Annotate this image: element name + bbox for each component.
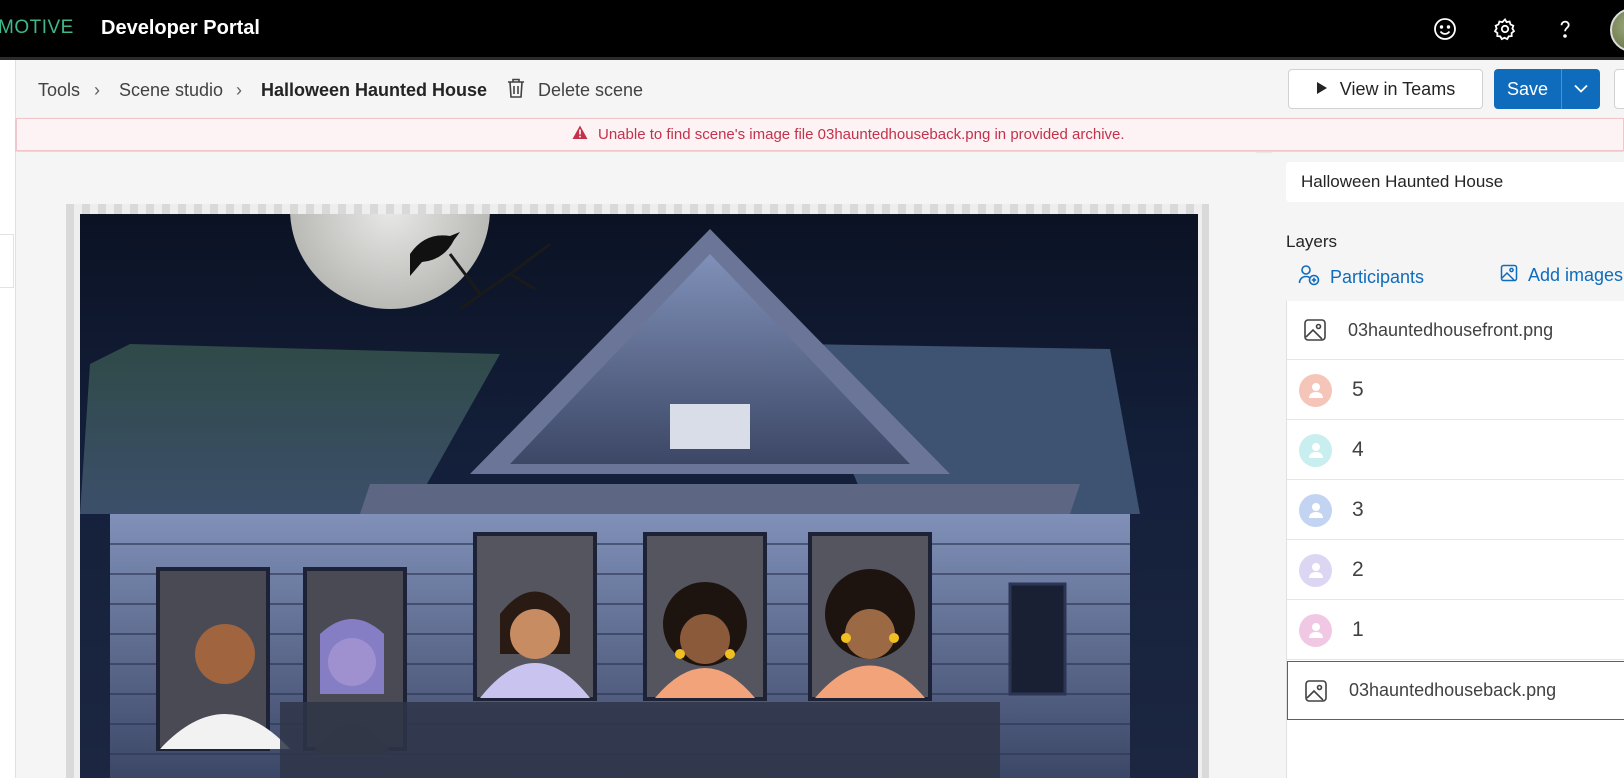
help-question-icon[interactable]	[1550, 14, 1580, 44]
breadcrumb-separator: ›	[94, 80, 100, 100]
breadcrumb-separator: ›	[236, 80, 242, 100]
add-participants-button[interactable]: Participants	[1298, 264, 1424, 291]
image-icon	[1302, 317, 1328, 343]
delete-scene-label: Delete scene	[538, 79, 644, 100]
layer-item-image[interactable]: 03hauntedhousefront.png	[1287, 301, 1624, 360]
left-nav-rail	[0, 60, 16, 778]
delete-scene-button[interactable]: Delete scene	[506, 74, 643, 106]
feedback-smiley-icon[interactable]	[1430, 14, 1460, 44]
layer-item-image-selected[interactable]: 03hauntedhouseback.png	[1287, 661, 1624, 720]
add-images-button[interactable]: Add images	[1500, 264, 1623, 287]
layer-label: 4	[1352, 438, 1364, 461]
participants-label: Participants	[1330, 267, 1425, 287]
layer-item-participant[interactable]: 2	[1287, 541, 1624, 600]
layer-label: 5	[1352, 378, 1364, 401]
scene-name-input[interactable]: Halloween Haunted House	[1286, 162, 1624, 202]
layer-item-participant[interactable]: 4	[1287, 421, 1624, 480]
save-button[interactable]: Save	[1494, 69, 1561, 109]
top-app-bar: MOTIVE Developer Portal	[0, 0, 1624, 57]
play-icon	[1316, 79, 1328, 100]
error-banner: Unable to find scene's image file 03haun…	[16, 118, 1624, 151]
layer-label: 1	[1352, 618, 1364, 641]
layer-label: 03hauntedhousefront.png	[1348, 319, 1554, 340]
app-title: Developer Portal	[101, 17, 260, 39]
layers-heading: Layers	[1286, 232, 1338, 251]
image-icon	[1303, 678, 1329, 704]
participant-avatar-icon	[1299, 553, 1332, 587]
participant-avatar-icon	[1299, 433, 1332, 467]
layer-label: 3	[1352, 498, 1364, 521]
save-dropdown-button[interactable]	[1562, 69, 1600, 109]
add-person-icon	[1298, 264, 1320, 291]
layer-item-participant[interactable]: 3	[1287, 481, 1624, 540]
view-in-teams-label: View in Teams	[1339, 78, 1456, 99]
layer-item-participant[interactable]: 5	[1287, 361, 1624, 420]
add-images-label: Add images	[1528, 265, 1624, 285]
layer-label: 03hauntedhouseback.png	[1349, 680, 1557, 700]
save-split-button: Save	[1494, 69, 1600, 109]
breadcrumb-tools[interactable]: Tools	[38, 80, 80, 101]
warning-icon	[572, 125, 588, 144]
brand-logo-text: MOTIVE	[0, 17, 74, 38]
more-options-button[interactable]	[1614, 69, 1624, 109]
left-nav-collapse-tab[interactable]	[0, 234, 14, 288]
account-avatar[interactable]	[1610, 8, 1624, 52]
error-message: Unable to find scene's image file 03haun…	[598, 126, 1125, 143]
participant-avatar-icon	[1299, 373, 1332, 407]
participant-avatar-icon	[1299, 613, 1332, 647]
breadcrumb-current-scene: Halloween Haunted House	[261, 80, 488, 100]
view-in-teams-button[interactable]: View in Teams	[1288, 69, 1483, 109]
participant-avatar-icon	[1299, 493, 1332, 527]
chevron-down-icon	[1574, 80, 1588, 98]
add-image-icon	[1500, 264, 1518, 287]
scene-preview-image[interactable]	[80, 214, 1198, 778]
layer-label: 2	[1352, 558, 1364, 581]
settings-gear-icon[interactable]	[1490, 14, 1520, 44]
layer-item-participant[interactable]: 1	[1287, 601, 1624, 660]
breadcrumb-scene-studio[interactable]: Scene studio	[119, 80, 223, 101]
trash-icon	[506, 77, 526, 104]
